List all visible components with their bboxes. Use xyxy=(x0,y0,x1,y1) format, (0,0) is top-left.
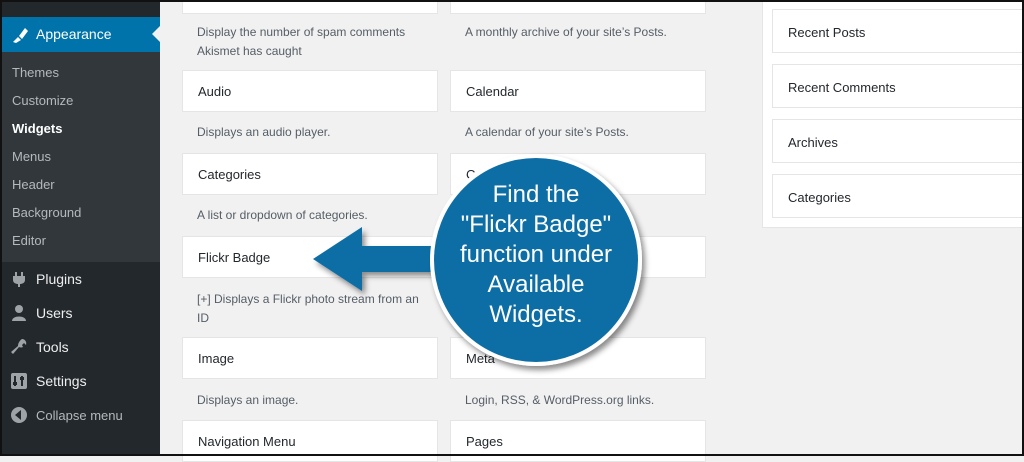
submenu-customize[interactable]: Customize xyxy=(12,93,73,108)
widget-audio[interactable]: Audio xyxy=(182,70,438,112)
submenu-themes[interactable]: Themes xyxy=(12,65,59,80)
widget-meta[interactable]: Meta xyxy=(450,337,706,379)
collapse-menu-label: Collapse menu xyxy=(36,408,123,423)
widget-title: Image xyxy=(198,351,235,366)
submenu-editor[interactable]: Editor xyxy=(12,233,46,248)
widget-description: Login, RSS, & WordPress.org links. xyxy=(465,393,655,407)
submenu-background[interactable]: Background xyxy=(12,205,81,220)
widget-description: Displays an image. xyxy=(197,393,299,407)
active-indicator xyxy=(152,26,160,42)
widget-tile[interactable] xyxy=(182,0,438,14)
menu-item-tools[interactable]: Tools xyxy=(0,330,160,364)
users-icon xyxy=(12,305,26,321)
menu-item-label: Tools xyxy=(36,339,69,355)
widget-title: Audio xyxy=(198,84,232,99)
paintbrush-icon xyxy=(13,28,28,43)
widget-title: Archives xyxy=(788,135,838,150)
callout-text: Find the "Flickr Badge" function under A… xyxy=(438,180,634,330)
menu-item-label: Appearance xyxy=(36,26,112,42)
widget-description: A calendar of your site’s Posts. xyxy=(465,125,629,139)
menu-item-label: Users xyxy=(36,305,73,321)
widget-title: Categories xyxy=(198,167,261,182)
menu-item-plugins[interactable]: Plugins xyxy=(0,262,160,296)
widget-description: A monthly archive of your site’s Posts. xyxy=(465,25,667,39)
widget-description: Displays an audio player. xyxy=(197,125,331,139)
callout-line: Find the xyxy=(492,181,580,208)
admin-sidebar: Appearance Themes Customize Widgets Menu… xyxy=(0,0,160,456)
widget-title: Meta xyxy=(466,351,495,366)
sidebar-widget-archives[interactable]: Archives xyxy=(772,119,1024,163)
widget-title: Pages xyxy=(466,434,503,449)
sidebar-widget-categories[interactable]: Categories xyxy=(772,174,1024,218)
widget-title: Navigation Menu xyxy=(198,434,296,449)
callout-line: function under xyxy=(459,241,613,268)
widget-title: Recent Comments xyxy=(788,80,896,95)
menu-item-users[interactable]: Users xyxy=(0,296,160,330)
sidebar-widget-recent-comments[interactable]: Recent Comments xyxy=(772,64,1024,108)
widget-title: Flickr Badge xyxy=(198,250,271,265)
widget-image[interactable]: Image xyxy=(182,337,438,379)
widget-title: Calendar xyxy=(466,84,519,99)
widget-tile[interactable] xyxy=(450,0,706,14)
widget-calendar[interactable]: Calendar xyxy=(450,70,706,112)
submenu-menus[interactable]: Menus xyxy=(12,149,51,164)
collapse-icon xyxy=(11,407,27,423)
callout-line: Available xyxy=(487,271,585,298)
submenu-widgets[interactable]: Widgets xyxy=(12,121,62,136)
settings-icon xyxy=(11,373,27,389)
widget-categories[interactable]: Categories xyxy=(182,153,438,195)
callout-line: Widgets. xyxy=(489,301,583,328)
appearance-submenu: Themes Customize Widgets Menus Header Ba… xyxy=(0,52,160,262)
widget-title: Categories xyxy=(788,190,851,205)
widget-description: [+] Displays a Flickr photo stream from … xyxy=(197,292,419,325)
widget-title: Recent Posts xyxy=(788,25,866,40)
widget-description: Display the number of spam comments Akis… xyxy=(197,25,406,58)
tools-icon xyxy=(11,339,27,354)
collapse-menu-button[interactable]: Collapse menu xyxy=(0,398,160,432)
widget-flickr-badge[interactable]: Flickr Badge xyxy=(182,236,438,278)
menu-item-appearance[interactable]: Appearance xyxy=(0,17,160,52)
menu-item-settings[interactable]: Settings xyxy=(0,364,160,398)
callout-line: "Flickr Badge" xyxy=(460,211,612,238)
menu-item-label: Settings xyxy=(36,373,87,389)
submenu-header[interactable]: Header xyxy=(12,177,55,192)
menu-item-label: Plugins xyxy=(36,271,82,287)
widget-description: A list or dropdown of categories. xyxy=(197,208,368,222)
plugin-icon xyxy=(13,272,25,287)
sidebar-widget-recent-posts[interactable]: Recent Posts xyxy=(772,9,1024,53)
